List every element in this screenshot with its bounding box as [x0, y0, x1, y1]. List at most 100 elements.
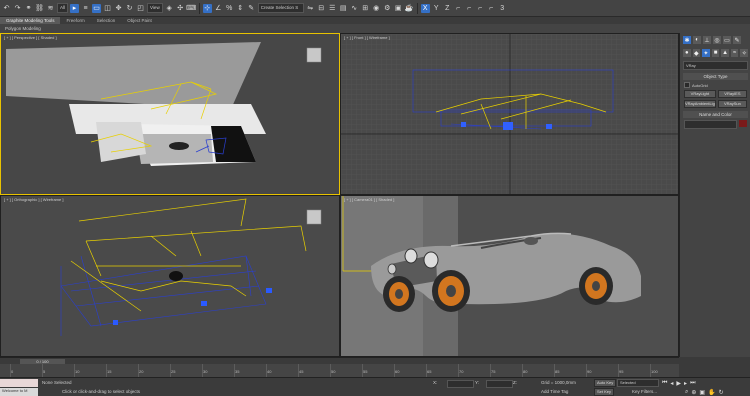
timeline-ticks: 0 5 10 15 20 25 30 35 40 45 50 55 60 65 70 75 80 85 90 95 10…: [10, 364, 670, 377]
play-icon[interactable]: ▶: [676, 380, 681, 387]
viewport-label[interactable]: [ + ] [ Front ] [ Wireframe ]: [344, 35, 390, 40]
tab-selection[interactable]: Selection: [91, 17, 122, 24]
autogrid-checkbox[interactable]: AutoGrid: [684, 82, 747, 88]
layer-manager-icon[interactable]: ☰: [328, 4, 337, 13]
viewport-label[interactable]: [ + ] [ Camera01 ] [ Shaded ]: [344, 197, 394, 202]
mirror-icon[interactable]: ⇋: [306, 4, 315, 13]
systems-icon[interactable]: ✧: [740, 49, 749, 57]
prev-frame-icon[interactable]: ◂: [670, 380, 673, 387]
select-by-name-icon[interactable]: ≡: [81, 4, 90, 13]
key-filters-button[interactable]: Key Filters...: [632, 389, 657, 394]
axis-x-icon[interactable]: X: [420, 3, 430, 13]
graphite-toggle-icon[interactable]: ▤: [339, 4, 348, 13]
add-time-tag[interactable]: Add Time Tag: [541, 389, 568, 394]
tab-freeform[interactable]: Freeform: [60, 17, 90, 24]
align-icon[interactable]: ⊟: [317, 4, 326, 13]
utilities-tab-icon[interactable]: ✎: [733, 36, 741, 44]
name-and-color-rollout[interactable]: Name and Color: [683, 111, 748, 118]
maxscript-listener[interactable]: [0, 379, 38, 387]
auto-key-button[interactable]: Auto Key: [594, 379, 617, 387]
axis-z-icon[interactable]: Z: [443, 4, 452, 13]
bind-space-warp-icon[interactable]: ≋: [46, 4, 55, 13]
rect-selection-icon[interactable]: ▭: [92, 3, 102, 13]
timeline-tick-label: 65: [427, 369, 432, 374]
geometry-icon[interactable]: ●: [683, 49, 691, 57]
y-coordinate-field[interactable]: [486, 380, 513, 388]
viewport-camera[interactable]: [ + ] [ Camera01 ] [ Shaded ]: [340, 195, 679, 357]
axis-xy-icon[interactable]: ⌐: [454, 4, 463, 13]
light-category-dropdown[interactable]: VRay: [683, 61, 748, 70]
spinner-snap-icon[interactable]: ⇕: [236, 4, 245, 13]
axis-xy-plane-icon[interactable]: 3: [498, 4, 507, 13]
helpers-icon[interactable]: ▲: [721, 49, 729, 57]
viewcube-icon: [306, 47, 322, 63]
viewport-front[interactable]: [ + ] [ Front ] [ Wireframe ]: [340, 33, 679, 195]
window-crossing-icon[interactable]: ◫: [103, 4, 112, 13]
percent-snap-icon[interactable]: %: [225, 4, 234, 13]
toolbar-divider: [198, 2, 200, 14]
rendered-frame-icon[interactable]: ▣: [394, 4, 403, 13]
goto-start-icon[interactable]: ⏮: [662, 380, 667, 387]
redo-icon[interactable]: ↷: [13, 4, 22, 13]
selection-filter-dropdown[interactable]: All: [57, 3, 69, 13]
object-name-input[interactable]: [684, 120, 737, 129]
next-frame-icon[interactable]: ▸: [684, 380, 687, 387]
shapes-icon[interactable]: ◆: [692, 49, 701, 57]
create-tab-icon[interactable]: ✱: [683, 36, 691, 44]
select-manipulate-icon[interactable]: ✣: [176, 4, 185, 13]
polygon-modeling-label[interactable]: Polygon Modeling: [0, 26, 41, 31]
axis-yz-icon[interactable]: ⌐: [465, 4, 474, 13]
angle-snap-icon[interactable]: ∠: [214, 4, 223, 13]
link-icon[interactable]: ⚭: [24, 4, 33, 13]
vraylight-button[interactable]: VRayLight: [684, 90, 716, 98]
schematic-view-icon[interactable]: ⊞: [361, 4, 370, 13]
tab-graphite-modeling-tools[interactable]: Graphite Modeling Tools: [0, 17, 61, 24]
object-type-rollout[interactable]: Object Type: [683, 73, 748, 80]
motion-tab-icon[interactable]: ◎: [713, 36, 721, 44]
key-mode-dropdown[interactable]: Selected: [617, 379, 659, 387]
maxscript-text: Welcome to M: [2, 388, 28, 393]
render-teapot-icon[interactable]: ☕: [405, 4, 414, 13]
axis-zx-icon[interactable]: ⌐: [476, 4, 485, 13]
edit-named-sets-icon[interactable]: ✎: [247, 4, 256, 13]
keyboard-shortcut-icon[interactable]: ⌨: [186, 4, 196, 13]
vrayambientlight-button[interactable]: VRayAmbientLig: [684, 100, 716, 108]
select-rotate-icon[interactable]: ↻: [125, 4, 134, 13]
viewport-perspective[interactable]: [ + ] [ Perspective ] [ Shaded ]: [0, 33, 340, 195]
cameras-icon[interactable]: ■: [711, 49, 720, 57]
timeline-tick-label: 95: [619, 369, 624, 374]
track-bar[interactable]: 0 5 10 15 20 25 30 35 40 45 50 55 60 65 70 75 80 85 90 95 10…: [0, 364, 679, 377]
spacewarps-icon[interactable]: ≈: [730, 49, 739, 57]
timeline-tick-label: 30: [203, 369, 208, 374]
select-move-icon[interactable]: ✥: [114, 4, 123, 13]
lights-icon[interactable]: ✦: [702, 49, 710, 57]
material-editor-icon[interactable]: ◉: [372, 4, 381, 13]
hierarchy-tab-icon[interactable]: ⊥: [703, 36, 711, 44]
vraysun-button[interactable]: VRaySun: [717, 100, 747, 108]
goto-end-icon[interactable]: ⏭: [690, 380, 695, 387]
display-tab-icon[interactable]: ▭: [723, 36, 731, 44]
reference-coord-dropdown[interactable]: View: [147, 3, 163, 13]
pivot-center-icon[interactable]: ◈: [165, 4, 174, 13]
x-coordinate-field[interactable]: [447, 380, 474, 388]
viewport-label[interactable]: [ + ] [ Perspective ] [ Shaded ]: [4, 35, 57, 40]
modify-tab-icon[interactable]: ◐: [693, 36, 701, 44]
timeline-tick-label: 80: [523, 369, 528, 374]
undo-icon[interactable]: ↶: [2, 4, 11, 13]
viewport-label[interactable]: [ + ] [ Orthographic ] [ Wireframe ]: [4, 197, 63, 202]
viewport-orthographic[interactable]: [ + ] [ Orthographic ] [ Wireframe ]: [0, 195, 340, 357]
axis-y-icon[interactable]: Y: [432, 4, 441, 13]
snaps-toggle-icon[interactable]: ⊹: [202, 3, 212, 13]
checkbox[interactable]: [684, 82, 690, 88]
orthographic-scene: [60, 198, 322, 336]
tab-object-paint[interactable]: Object Paint: [121, 17, 158, 24]
axis-constraint-icon[interactable]: ⌐: [487, 4, 496, 13]
select-scale-icon[interactable]: ◰: [136, 4, 145, 13]
vrayies-button[interactable]: VRayIES: [717, 90, 747, 98]
object-color-swatch[interactable]: [739, 120, 747, 127]
unlink-icon[interactable]: ⛓: [35, 4, 44, 13]
curve-editor-icon[interactable]: ∿: [350, 4, 359, 13]
render-setup-icon[interactable]: ⚙: [383, 4, 392, 13]
named-selection-dropdown[interactable]: Create Selection S: [257, 3, 304, 13]
select-object-icon[interactable]: ▸: [70, 3, 80, 13]
